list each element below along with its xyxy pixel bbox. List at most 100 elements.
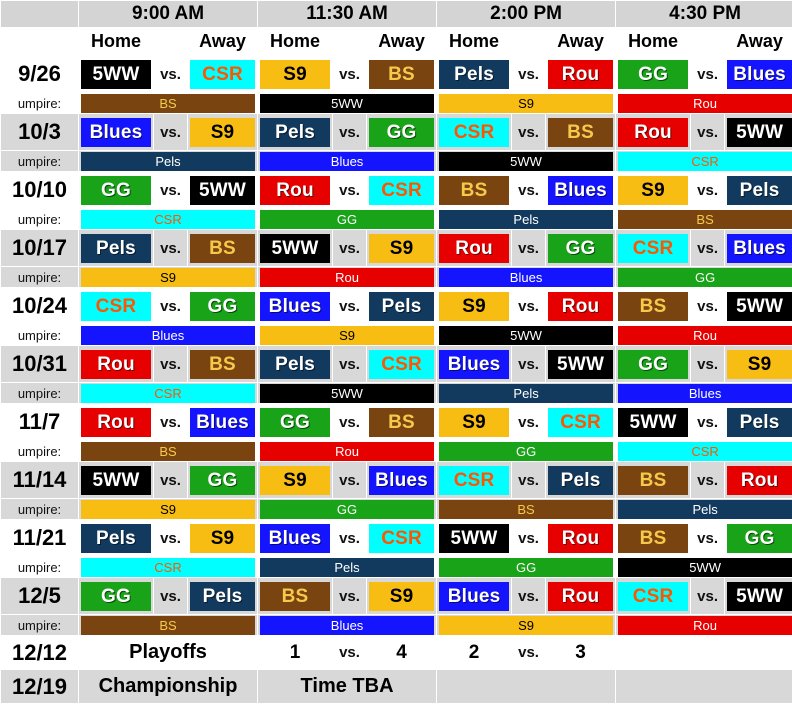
umpire-cell[interactable]: GG (258, 209, 437, 230)
away-team-cell[interactable]: Rou (546, 288, 616, 325)
home-team-cell[interactable]: GG (79, 172, 154, 209)
umpire-cell[interactable]: S9 (258, 325, 437, 346)
home-team-cell[interactable]: BS (258, 578, 333, 615)
away-team-cell[interactable]: 5WW (188, 172, 258, 209)
home-team-cell[interactable]: Pels (258, 346, 333, 383)
umpire-cell[interactable]: BS (79, 93, 258, 114)
umpire-cell[interactable]: 5WW (616, 557, 792, 578)
umpire-cell[interactable]: GG (258, 499, 437, 520)
away-team-cell[interactable]: BS (367, 56, 437, 93)
umpire-cell[interactable]: Pels (437, 209, 616, 230)
umpire-cell[interactable]: Blues (258, 615, 437, 636)
home-team-cell[interactable]: Blues (437, 578, 512, 615)
home-team-cell[interactable]: 5WW (79, 56, 154, 93)
away-team-cell[interactable]: S9 (725, 346, 792, 383)
umpire-cell[interactable]: 5WW (437, 151, 616, 172)
umpire-cell[interactable]: GG (616, 267, 792, 288)
home-team-cell[interactable]: Rou (437, 230, 512, 267)
umpire-cell[interactable]: Pels (437, 383, 616, 404)
umpire-cell[interactable]: 5WW (258, 93, 437, 114)
home-team-cell[interactable]: GG (616, 346, 691, 383)
away-team-cell[interactable]: CSR (367, 346, 437, 383)
umpire-cell[interactable]: Blues (258, 151, 437, 172)
home-team-cell[interactable]: Pels (258, 114, 333, 151)
away-team-cell[interactable]: CSR (546, 404, 616, 441)
home-team-cell[interactable]: Pels (437, 56, 512, 93)
umpire-cell[interactable]: Rou (616, 325, 792, 346)
umpire-cell[interactable]: CSR (79, 209, 258, 230)
home-team-cell[interactable]: GG (616, 56, 691, 93)
away-team-cell[interactable]: Blues (188, 404, 258, 441)
umpire-cell[interactable]: Rou (616, 93, 792, 114)
away-team-cell[interactable]: GG (546, 230, 616, 267)
home-team-cell[interactable]: CSR (616, 230, 691, 267)
home-team-cell[interactable]: Blues (258, 288, 333, 325)
umpire-cell[interactable]: BS (79, 615, 258, 636)
away-team-cell[interactable]: GG (725, 520, 792, 557)
home-team-cell[interactable]: Rou (79, 346, 154, 383)
home-team-cell[interactable]: CSR (616, 578, 691, 615)
away-team-cell[interactable]: BS (546, 114, 616, 151)
away-team-cell[interactable]: Pels (367, 288, 437, 325)
umpire-cell[interactable]: Rou (616, 615, 792, 636)
umpire-cell[interactable]: GG (437, 557, 616, 578)
away-team-cell[interactable]: GG (188, 288, 258, 325)
away-team-cell[interactable]: 5WW (725, 288, 792, 325)
home-team-cell[interactable]: CSR (437, 114, 512, 151)
umpire-cell[interactable]: S9 (437, 93, 616, 114)
home-team-cell[interactable]: Blues (258, 520, 333, 557)
home-team-cell[interactable]: Blues (437, 346, 512, 383)
away-team-cell[interactable]: BS (188, 230, 258, 267)
away-team-cell[interactable]: GG (188, 462, 258, 499)
away-team-cell[interactable]: Blues (367, 462, 437, 499)
away-team-cell[interactable]: Rou (546, 578, 616, 615)
home-team-cell[interactable]: BS (437, 172, 512, 209)
umpire-cell[interactable]: GG (437, 441, 616, 462)
home-team-cell[interactable]: Blues (79, 114, 154, 151)
away-team-cell[interactable]: Pels (188, 578, 258, 615)
umpire-cell[interactable]: Pels (79, 151, 258, 172)
away-team-cell[interactable]: Rou (546, 520, 616, 557)
away-team-cell[interactable]: S9 (188, 114, 258, 151)
umpire-cell[interactable]: BS (616, 209, 792, 230)
away-team-cell[interactable]: Blues (725, 56, 792, 93)
away-team-cell[interactable]: CSR (188, 56, 258, 93)
home-team-cell[interactable]: Rou (258, 172, 333, 209)
home-team-cell[interactable]: 5WW (437, 520, 512, 557)
home-team-cell[interactable]: S9 (616, 172, 691, 209)
umpire-cell[interactable]: S9 (437, 615, 616, 636)
umpire-cell[interactable]: Rou (258, 267, 437, 288)
away-team-cell[interactable]: CSR (367, 172, 437, 209)
home-team-cell[interactable]: S9 (258, 462, 333, 499)
away-team-cell[interactable]: Rou (725, 462, 792, 499)
away-team-cell[interactable]: Pels (725, 404, 792, 441)
away-team-cell[interactable]: Blues (546, 172, 616, 209)
umpire-cell[interactable]: CSR (616, 151, 792, 172)
umpire-cell[interactable]: 5WW (258, 383, 437, 404)
away-team-cell[interactable]: GG (367, 114, 437, 151)
home-team-cell[interactable]: CSR (79, 288, 154, 325)
home-team-cell[interactable]: BS (616, 462, 691, 499)
umpire-cell[interactable]: S9 (79, 499, 258, 520)
home-team-cell[interactable]: BS (616, 520, 691, 557)
away-team-cell[interactable]: CSR (367, 520, 437, 557)
away-team-cell[interactable]: S9 (367, 578, 437, 615)
home-team-cell[interactable]: 5WW (258, 230, 333, 267)
away-team-cell[interactable]: BS (188, 346, 258, 383)
home-team-cell[interactable]: GG (258, 404, 333, 441)
home-team-cell[interactable]: 5WW (79, 462, 154, 499)
home-team-cell[interactable]: S9 (437, 288, 512, 325)
umpire-cell[interactable]: CSR (616, 441, 792, 462)
umpire-cell[interactable]: Rou (258, 441, 437, 462)
umpire-cell[interactable]: Blues (437, 267, 616, 288)
home-team-cell[interactable]: Pels (79, 230, 154, 267)
away-team-cell[interactable]: Pels (725, 172, 792, 209)
umpire-cell[interactable]: CSR (79, 383, 258, 404)
away-team-cell[interactable]: S9 (367, 230, 437, 267)
away-team-cell[interactable]: Blues (725, 230, 792, 267)
away-team-cell[interactable]: Pels (546, 462, 616, 499)
home-team-cell[interactable]: BS (616, 288, 691, 325)
umpire-cell[interactable]: BS (79, 441, 258, 462)
home-team-cell[interactable]: S9 (437, 404, 512, 441)
home-team-cell[interactable]: Rou (616, 114, 691, 151)
